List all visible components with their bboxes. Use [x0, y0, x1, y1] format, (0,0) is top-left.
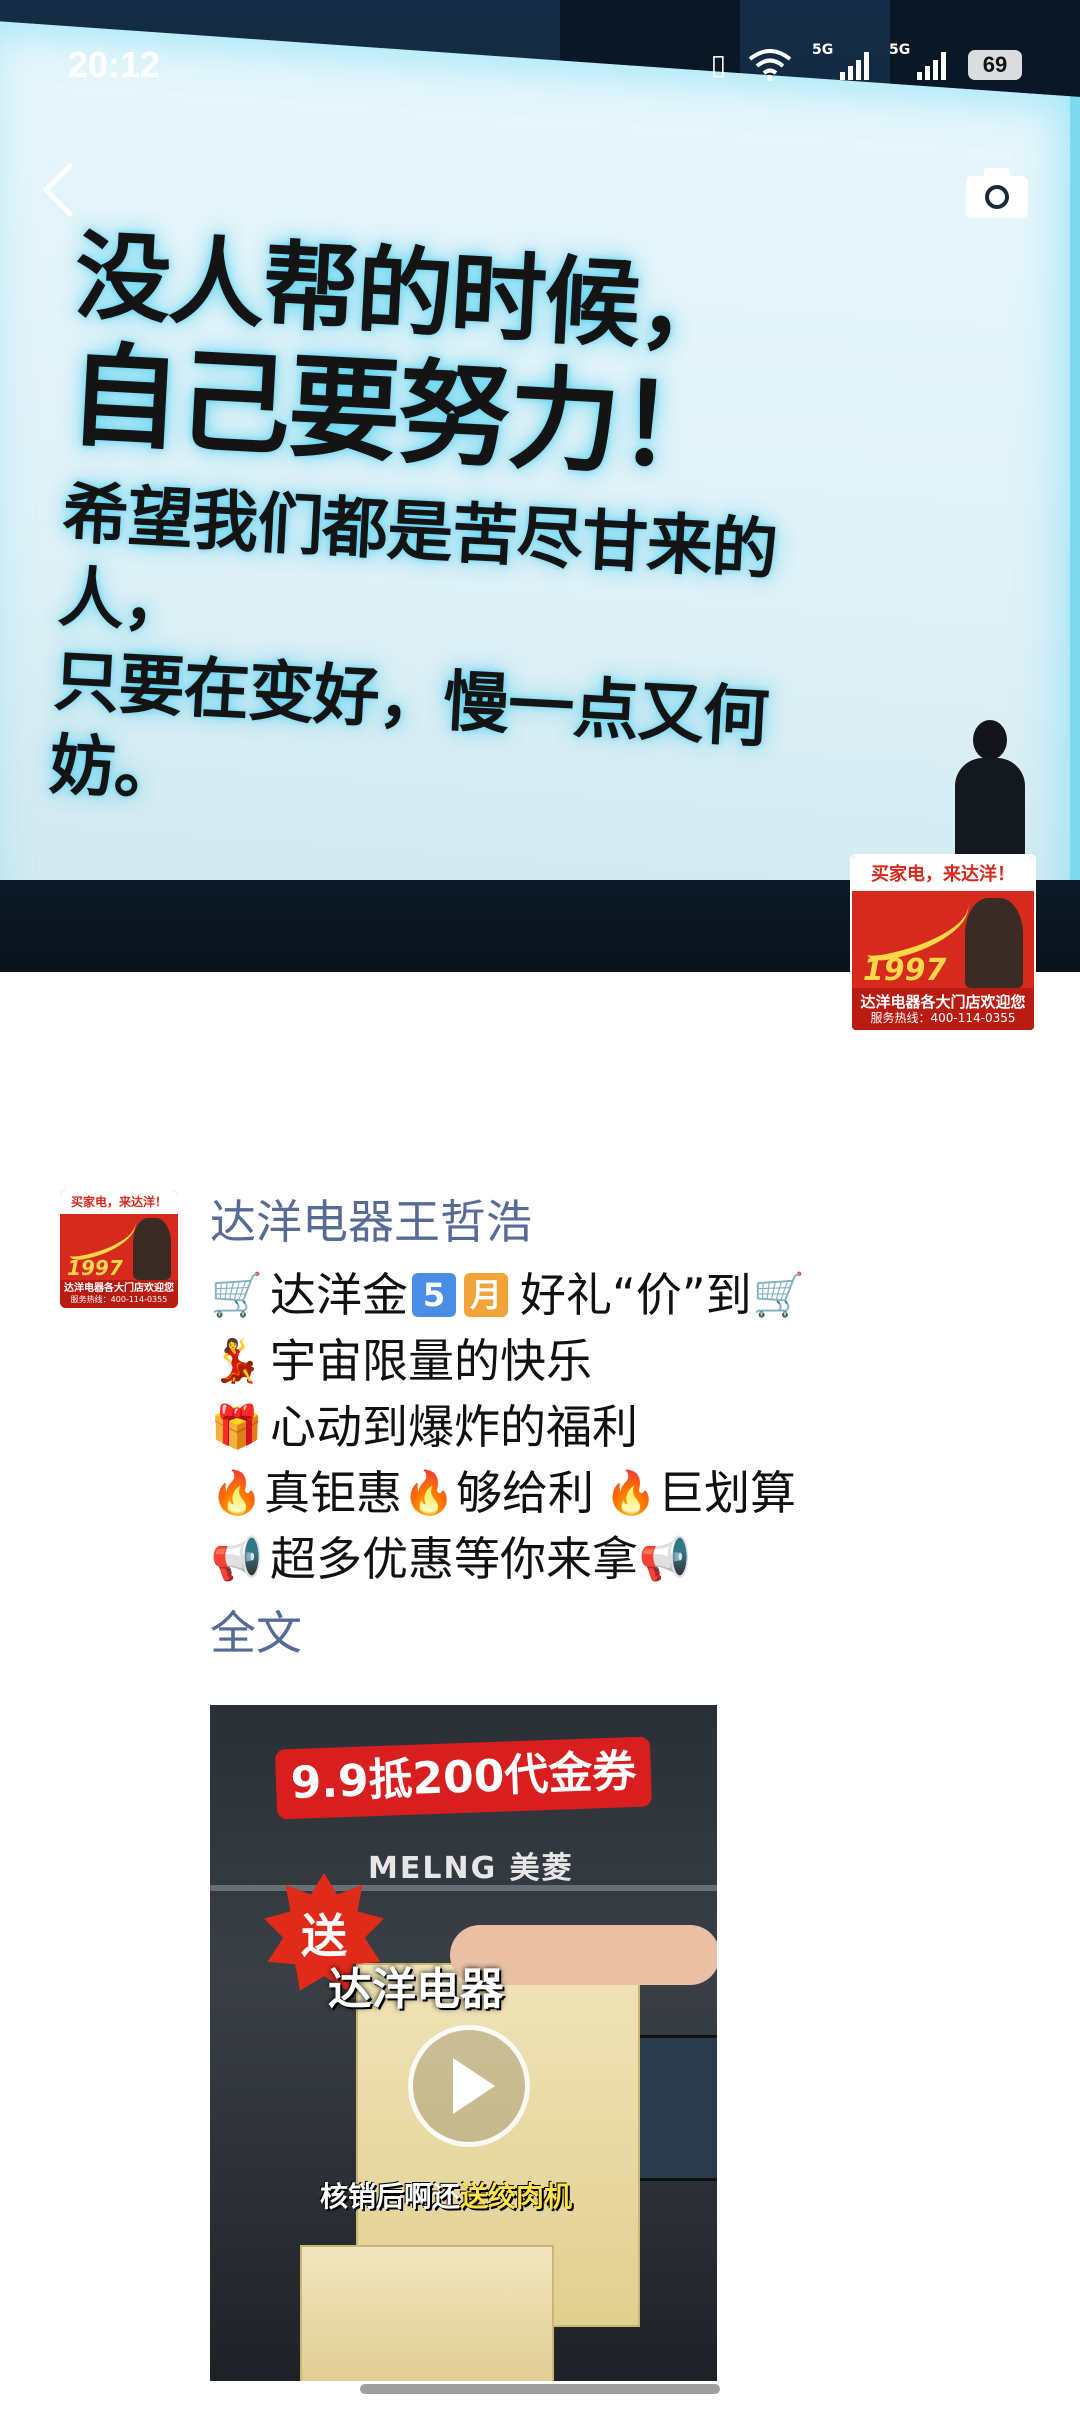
avatar-slogan: 买家电，来达洋！ — [60, 1190, 178, 1214]
status-time: 20:12 — [68, 44, 161, 85]
post-line-2: 💃 宇宙限量的快乐 — [210, 1328, 1030, 1394]
post-line-5: 📢 超多优惠等你来拿 📢 — [210, 1526, 1030, 1592]
play-icon[interactable] — [408, 2025, 530, 2147]
logo-slogan: 买家电，来达洋！ — [852, 856, 1034, 891]
store-sign: MELNG 美菱 — [368, 1851, 574, 1886]
wifi-icon — [748, 48, 792, 81]
shopping-cart-icon: 🛒 — [752, 1270, 805, 1319]
post-line-3: 🎁 心动到爆炸的福利 — [210, 1394, 1030, 1460]
cover-logo-avatar[interactable]: 买家电，来达洋！ 1997 达洋电器各大门店欢迎您 服务热线：400-114-0… — [850, 854, 1036, 1032]
signal-5g-icon-2: 5G — [889, 42, 946, 80]
megaphone-icon: 📢 — [210, 1534, 264, 1583]
video-thumbnail[interactable]: MELNG 美菱 9.9抵200代金券 送 达洋电器 核销后啊还送绞肉机 — [210, 1705, 717, 2381]
megaphone-icon: 📢 — [638, 1534, 692, 1583]
home-indicator[interactable] — [360, 2384, 720, 2394]
signal-5g-icon-1: 5G — [812, 42, 869, 80]
post-author-name[interactable]: 达洋电器王哲浩 — [210, 1192, 532, 1252]
month-badge: 月 — [464, 1273, 508, 1317]
post-content: 🛒 达洋金 5 月 好礼“价”到 🛒 💃 宇宙限量的快乐 🎁 心动到爆炸的福利 … — [210, 1262, 1030, 1666]
fire-icon: 🔥 — [210, 1468, 264, 1517]
status-bar: 20:12 ▯ 5G 5G 69 — [0, 0, 1080, 140]
fire-icon: 🔥 — [402, 1468, 456, 1517]
camera-icon[interactable] — [962, 164, 1032, 220]
billboard-text: 没人帮的时候， 自己要努力！ 希望我们都是苦尽甘来的人， 只要在变好，慢一点又何… — [47, 220, 917, 851]
video-subtitle: 核销后啊还送绞肉机 — [320, 2180, 573, 2213]
number-five-badge: 5 — [412, 1273, 456, 1317]
vibrate-icon: ▯ — [710, 48, 726, 81]
dancer-icon: 💃 — [210, 1336, 264, 1385]
logo-footer: 达洋电器各大门店欢迎您 服务热线：400-114-0355 — [852, 988, 1034, 1030]
post-line-1: 🛒 达洋金 5 月 好礼“价”到 🛒 — [210, 1262, 1030, 1328]
gift-icon: 🎁 — [210, 1402, 264, 1451]
avatar-person-photo — [133, 1218, 171, 1280]
logo-person-photo — [964, 897, 1024, 989]
avatar-footer: 达洋电器各大门店欢迎您 服务热线：400-114-0355 — [60, 1279, 178, 1308]
battery-icon: 69 — [968, 49, 1022, 80]
full-text-link[interactable]: 全文 — [210, 1600, 1030, 1666]
logo-year: 1997 — [862, 953, 947, 989]
cover-photo[interactable]: 没人帮的时候， 自己要努力！ 希望我们都是苦尽甘来的人， 只要在变好，慢一点又何… — [0, 0, 1080, 972]
avatar-year: 1997 — [67, 1256, 123, 1281]
shopping-cart-icon: 🛒 — [210, 1270, 264, 1319]
product-box-2 — [300, 2245, 554, 2381]
video-title-banner: 9.9抵200代金券 — [274, 1736, 653, 1820]
video-caption: 达洋电器 — [328, 1964, 504, 2015]
back-icon[interactable] — [36, 160, 80, 220]
fire-icon: 🔥 — [604, 1468, 658, 1517]
post-line-4: 🔥 真钜惠 🔥 够给利 🔥 巨划算 — [210, 1460, 1030, 1526]
post-author-avatar[interactable]: 买家电，来达洋！ 1997 达洋电器各大门店欢迎您 服务热线：400-114-0… — [60, 1190, 178, 1308]
